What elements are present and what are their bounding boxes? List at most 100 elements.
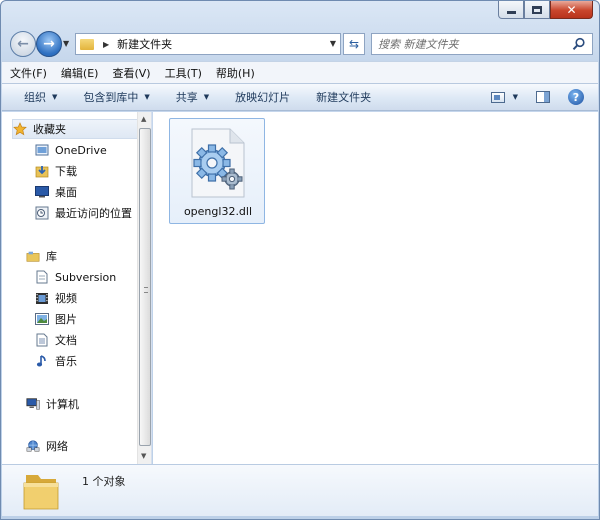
music-note-icon <box>35 354 49 368</box>
file-list[interactable]: opengl32.dll <box>153 112 598 464</box>
desktop-icon <box>35 185 49 199</box>
scroll-down-icon[interactable]: ▼ <box>141 452 146 460</box>
arrow-right-icon: → <box>43 36 55 52</box>
maximize-button[interactable] <box>524 1 550 19</box>
menu-tools[interactable]: 工具(T) <box>165 65 202 81</box>
search-icon[interactable] <box>572 37 586 51</box>
organize-label: 组织 <box>24 91 46 104</box>
breadcrumb-arrow-icon[interactable]: ▶ <box>103 40 109 49</box>
nav-label: 文档 <box>55 334 77 347</box>
nav-label: 最近访问的位置 <box>55 207 132 220</box>
nav-label: Subversion <box>55 270 117 284</box>
navigation-pane-scrollbar[interactable]: ▲ ▼ <box>137 112 151 464</box>
help-icon[interactable]: ? <box>568 89 584 105</box>
nav-item-onedrive[interactable]: OneDrive <box>35 140 107 160</box>
nav-label: 视频 <box>55 292 77 305</box>
nav-item-favorites[interactable]: 收藏夹 <box>12 119 148 139</box>
change-view-icon[interactable] <box>490 91 505 103</box>
nav-item-desktop[interactable]: 桌面 <box>35 182 77 202</box>
picture-icon <box>35 312 49 326</box>
file-item[interactable]: opengl32.dll <box>169 118 265 224</box>
arrow-left-icon: ← <box>17 36 29 52</box>
network-icon <box>26 439 40 453</box>
nav-label: 计算机 <box>46 398 79 411</box>
nav-item-computer[interactable]: 计算机 <box>26 394 79 414</box>
scrollbar-thumb[interactable] <box>139 128 151 446</box>
item-count: 1 个对象 <box>82 475 126 488</box>
search-input[interactable] <box>378 37 568 51</box>
menu-help[interactable]: 帮助(H) <box>216 65 255 81</box>
chevron-down-icon: ▼ <box>144 93 150 101</box>
nav-item-libraries[interactable]: 库 <box>26 246 57 266</box>
document-icon <box>35 333 49 347</box>
dll-gear-icon <box>191 128 245 198</box>
nav-label: 库 <box>46 250 57 263</box>
nav-label: 图片 <box>55 313 77 326</box>
video-icon <box>35 291 49 305</box>
nav-label: 音乐 <box>55 355 77 368</box>
minimize-icon <box>506 11 516 14</box>
nav-label: 网络 <box>46 440 68 453</box>
details-pane: 1 个对象 <box>2 464 598 516</box>
nav-label: 下载 <box>55 165 77 178</box>
explorer-window: ✕ ← → ▼ ▶ 新建文件夹 ▼ ⇆ 文件(F) 编辑(E) 查看(V) 工具… <box>0 0 600 520</box>
document-library-icon <box>35 270 49 284</box>
chevron-down-icon: ▼ <box>52 93 58 101</box>
menu-view[interactable]: 查看(V) <box>112 65 150 81</box>
caption-buttons: ✕ <box>498 1 593 19</box>
forward-button[interactable]: → <box>36 31 62 57</box>
minimize-button[interactable] <box>498 1 524 19</box>
star-icon <box>13 122 27 136</box>
organize-button[interactable]: 组织 ▼ <box>24 89 57 105</box>
menu-file[interactable]: 文件(F) <box>10 65 47 81</box>
nav-label: 桌面 <box>55 186 77 199</box>
close-icon: ✕ <box>566 2 577 17</box>
include-in-library-label: 包含到库中 <box>83 91 139 104</box>
nav-item-network[interactable]: 网络 <box>26 436 68 456</box>
file-name: opengl32.dll <box>183 205 253 218</box>
slideshow-label: 放映幻灯片 <box>235 91 291 104</box>
nav-item-downloads[interactable]: 下载 <box>35 161 77 181</box>
search-box[interactable] <box>371 33 593 55</box>
nav-label: 收藏夹 <box>33 123 66 136</box>
close-button[interactable]: ✕ <box>550 1 593 19</box>
folder-icon <box>23 475 59 510</box>
new-folder-label: 新建文件夹 <box>316 91 372 104</box>
refresh-button[interactable]: ⇆ <box>343 33 365 55</box>
new-folder-button[interactable]: 新建文件夹 <box>316 89 371 105</box>
address-bar[interactable]: ▶ 新建文件夹 ▼ <box>75 33 341 55</box>
recent-places-icon <box>35 206 49 220</box>
command-bar: 组织 ▼ 包含到库中 ▼ 共享 ▼ 放映幻灯片 新建文件夹 ▼ ? <box>2 83 598 111</box>
include-in-library-button[interactable]: 包含到库中 ▼ <box>83 89 149 105</box>
library-icon <box>26 249 40 263</box>
back-button[interactable]: ← <box>10 31 36 57</box>
view-controls: ▼ ? <box>490 89 584 105</box>
nav-item-pictures[interactable]: 图片 <box>35 309 77 329</box>
onedrive-icon <box>35 143 49 157</box>
download-folder-icon <box>35 164 49 178</box>
refresh-icon: ⇆ <box>348 37 360 51</box>
nav-item-recent-places[interactable]: 最近访问的位置 <box>35 203 132 223</box>
address-dropdown-icon[interactable]: ▼ <box>330 39 336 48</box>
maximize-icon <box>532 5 542 14</box>
scrollbar-grip <box>144 287 148 293</box>
recent-pages-dropdown[interactable]: ▼ <box>63 39 69 48</box>
menu-bar: 文件(F) 编辑(E) 查看(V) 工具(T) 帮助(H) <box>2 61 598 83</box>
scroll-up-icon[interactable]: ▲ <box>141 115 146 123</box>
nav-item-subversion[interactable]: Subversion <box>35 267 116 287</box>
nav-item-videos[interactable]: 视频 <box>35 288 77 308</box>
breadcrumb-current-folder[interactable]: 新建文件夹 <box>117 36 172 52</box>
nav-label: OneDrive <box>55 143 107 157</box>
nav-item-music[interactable]: 音乐 <box>35 351 77 371</box>
chevron-down-icon: ▼ <box>203 93 210 101</box>
folder-icon <box>80 38 94 50</box>
share-button[interactable]: 共享 ▼ <box>176 89 209 105</box>
menu-edit[interactable]: 编辑(E) <box>61 65 99 81</box>
slideshow-button[interactable]: 放映幻灯片 <box>235 89 290 105</box>
navigation-pane: 收藏夹 OneDrive 下载 桌面 最近访问的位置 库 Subversion <box>2 112 152 464</box>
computer-icon <box>26 397 40 411</box>
nav-item-documents[interactable]: 文档 <box>35 330 77 350</box>
view-options-dropdown-icon[interactable]: ▼ <box>513 93 518 101</box>
preview-pane-icon[interactable] <box>536 91 550 103</box>
share-label: 共享 <box>175 91 198 104</box>
